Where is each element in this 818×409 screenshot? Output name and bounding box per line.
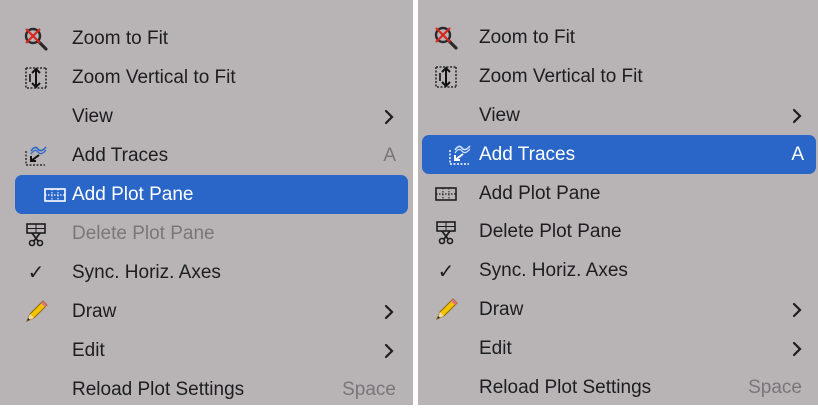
delete-pane-icon <box>432 218 460 246</box>
shortcut-key: Space <box>748 376 802 398</box>
shortcut-key: Space <box>342 378 396 400</box>
menu-item-label: Draw <box>72 300 117 322</box>
shortcut-key: A <box>791 143 804 165</box>
menu-item-label: Add Plot Pane <box>72 183 194 205</box>
menu-item-label: Delete Plot Pane <box>72 222 215 244</box>
delete-pane-icon <box>22 220 50 248</box>
menu-item-label: Edit <box>72 339 105 361</box>
menu-item-draw[interactable]: Draw <box>0 292 413 331</box>
menu-item-label: Add Traces <box>479 143 576 165</box>
menu-item-add-plot-pane[interactable]: Add Plot Pane <box>15 175 408 214</box>
context-menu-right: Zoom to Fit Zoom Vertical to Fit View Ad… <box>418 0 818 405</box>
menu-item-label: Zoom to Fit <box>72 27 169 49</box>
chevron-right-icon <box>384 343 394 358</box>
menu-item-label: Reload Plot Settings <box>479 376 652 398</box>
chevron-right-icon <box>384 109 394 124</box>
menu-item-draw[interactable]: Draw <box>418 291 818 330</box>
menu-item-delete-plot-pane[interactable]: Delete Plot Pane <box>418 213 818 252</box>
menu-item-label: Zoom to Fit <box>479 27 576 49</box>
zoom-to-fit-icon <box>22 25 50 53</box>
menu-item-view[interactable]: View <box>418 97 818 136</box>
chevron-right-icon <box>792 341 802 356</box>
menu-item-delete-plot-pane[interactable]: Delete Plot Pane <box>0 214 413 253</box>
menu-item-zoom-vertical-to-fit[interactable]: Zoom Vertical to Fit <box>0 58 413 97</box>
chevron-right-icon <box>792 108 802 124</box>
menu-item-label: Edit <box>479 337 512 359</box>
menu-item-label: Reload Plot Settings <box>72 378 245 400</box>
menu-item-sync-horiz-axes[interactable]: ✓ Sync. Horiz. Axes <box>418 252 818 291</box>
chevron-right-icon <box>792 302 802 318</box>
menu-item-label: Zoom Vertical to Fit <box>479 66 643 88</box>
menu-item-zoom-to-fit[interactable]: Zoom to Fit <box>0 19 413 58</box>
zoom-vertical-icon <box>22 64 50 92</box>
menu-item-zoom-to-fit[interactable]: Zoom to Fit <box>418 19 818 58</box>
menu-item-label: View <box>72 105 113 127</box>
check-icon: ✓ <box>437 260 455 283</box>
zoom-to-fit-icon <box>432 24 460 52</box>
plot-pane-icon <box>432 180 460 208</box>
plot-pane-icon <box>41 181 69 209</box>
pencil-icon <box>432 296 460 324</box>
check-icon: ✓ <box>27 262 45 284</box>
menu-item-label: Add Traces <box>72 144 169 166</box>
menu-item-reload-plot-settings[interactable]: Reload Plot Settings Space <box>418 368 818 407</box>
menu-item-edit[interactable]: Edit <box>418 329 818 368</box>
context-menu-left: Zoom to Fit Zoom Vertical to Fit View Ad… <box>0 0 413 405</box>
menu-item-reload-plot-settings[interactable]: Reload Plot Settings Space <box>0 370 413 409</box>
menu-item-zoom-vertical-to-fit[interactable]: Zoom Vertical to Fit <box>418 58 818 97</box>
zoom-vertical-icon <box>432 63 460 91</box>
menu-item-label: Zoom Vertical to Fit <box>72 66 236 88</box>
menu-item-label: Draw <box>479 298 524 320</box>
menu-item-add-traces[interactable]: Add Traces A <box>422 135 816 175</box>
shortcut-key: A <box>383 144 396 166</box>
menu-item-sync-horiz-axes[interactable]: ✓ Sync. Horiz. Axes <box>0 253 413 292</box>
menu-item-edit[interactable]: Edit <box>0 331 413 370</box>
menu-item-label: View <box>479 104 520 126</box>
chevron-right-icon <box>384 304 394 319</box>
menu-item-label: Delete Plot Pane <box>479 221 622 243</box>
menu-item-add-traces[interactable]: Add Traces A <box>0 136 413 175</box>
menu-item-label: Sync. Horiz. Axes <box>479 260 628 282</box>
pencil-icon <box>22 298 50 326</box>
screenshot: Zoom to Fit Zoom Vertical to Fit View Ad… <box>0 0 818 405</box>
add-traces-icon <box>22 142 50 170</box>
menu-item-label: Add Plot Pane <box>479 182 601 204</box>
menu-item-add-plot-pane[interactable]: Add Plot Pane <box>418 174 818 213</box>
menu-item-view[interactable]: View <box>0 97 413 136</box>
menu-item-label: Sync. Horiz. Axes <box>72 261 221 283</box>
add-traces-icon <box>446 141 474 169</box>
